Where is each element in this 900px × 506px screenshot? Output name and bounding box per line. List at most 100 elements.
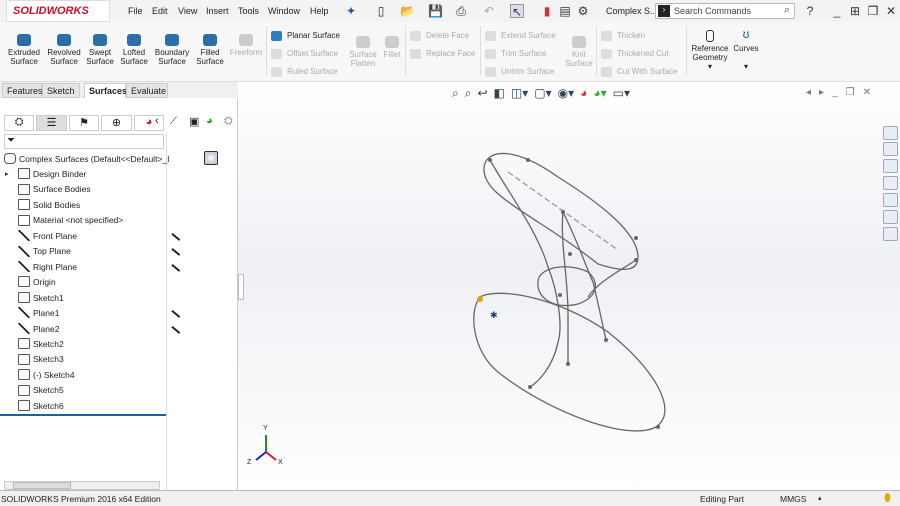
design-library-icon[interactable] bbox=[883, 159, 898, 173]
fillet-button[interactable]: Fillet bbox=[380, 36, 404, 59]
menu-file[interactable]: File bbox=[128, 6, 143, 16]
options-gear-icon[interactable]: ⚙ bbox=[576, 4, 590, 18]
tree-item-top-plane[interactable]: Top Plane bbox=[18, 245, 71, 259]
untrim-surface-button[interactable]: Untrim Surface bbox=[485, 67, 554, 77]
property-manager-tab-icon[interactable]: ☰ bbox=[36, 115, 67, 131]
display-manager-tab-icon[interactable]: ◕ bbox=[133, 115, 165, 131]
appearance-ball-icon[interactable] bbox=[204, 151, 218, 165]
freeform-button[interactable]: Freeform bbox=[228, 34, 264, 57]
resources-icon[interactable] bbox=[883, 142, 898, 156]
restore-icon[interactable]: ❐ bbox=[866, 4, 880, 18]
tile-icon[interactable]: ⊞ bbox=[848, 4, 862, 18]
tree-item-sketch2[interactable]: Sketch2 bbox=[18, 338, 64, 352]
custom-properties-icon[interactable] bbox=[883, 210, 898, 224]
cut-with-surface-button[interactable]: Cut With Surface bbox=[601, 67, 677, 77]
tree-item-plane1[interactable]: Plane1 bbox=[18, 307, 59, 321]
freeform-icon bbox=[239, 34, 253, 46]
surface-flatten-button[interactable]: Surface Flatten bbox=[346, 36, 380, 68]
lofted-surface-button[interactable]: Lofted Surface bbox=[118, 34, 150, 66]
expand-arrow-icon[interactable]: ▸ bbox=[5, 170, 9, 178]
forum-icon[interactable] bbox=[883, 227, 898, 241]
trim-surface-button[interactable]: Trim Surface bbox=[485, 49, 547, 59]
appearances-icon[interactable] bbox=[883, 193, 898, 207]
search-commands-input[interactable]: › Search Commands ⌕ bbox=[655, 3, 795, 19]
ruled-surface-button[interactable]: Ruled Surface bbox=[271, 67, 338, 77]
file-properties-icon[interactable]: ▤ bbox=[558, 4, 572, 18]
filled-surface-button[interactable]: Filled Surface bbox=[194, 34, 226, 66]
dimxpert-tab-icon[interactable]: ⊕ bbox=[101, 115, 132, 131]
cube-icon[interactable]: ▣ bbox=[189, 115, 199, 128]
tree-item-sketch1[interactable]: Sketch1 bbox=[18, 291, 64, 306]
tree-item-right-plane[interactable]: Right Plane bbox=[18, 260, 77, 275]
appearance-icon[interactable]: ◕ bbox=[206, 115, 213, 127]
hide-show-icon[interactable]: ⟋ bbox=[170, 116, 177, 127]
minimize-icon[interactable]: _ bbox=[830, 4, 844, 18]
menu-insert[interactable]: Insert bbox=[206, 6, 229, 16]
tree-item-design-binder[interactable]: Design Binder bbox=[18, 168, 86, 182]
rebuild-status-icon[interactable]: ⬮ bbox=[884, 492, 891, 505]
extend-surface-button[interactable]: Extend Surface bbox=[485, 31, 556, 41]
new-document-icon[interactable]: ▯ bbox=[374, 4, 388, 18]
tab-features[interactable]: Features bbox=[2, 83, 43, 98]
tree-item-label: Sketch1 bbox=[33, 292, 64, 303]
curves-button[interactable]: ʊ Curves ▾ bbox=[732, 28, 760, 71]
home-icon[interactable] bbox=[883, 126, 898, 140]
boundary-surface-icon bbox=[165, 34, 179, 46]
offset-surface-button[interactable]: Offset Surface bbox=[271, 49, 338, 59]
undo-icon[interactable]: ↶ bbox=[482, 4, 496, 18]
y-axis-label: Y bbox=[263, 425, 268, 432]
x-axis-label: X bbox=[278, 459, 283, 466]
tree-item-front-plane[interactable]: Front Plane bbox=[18, 230, 77, 244]
boundary-surface-button[interactable]: Boundary Surface bbox=[152, 34, 192, 66]
revolved-surface-button[interactable]: Revolved Surface bbox=[46, 34, 82, 66]
pin-icon[interactable]: ✦ bbox=[344, 4, 358, 18]
tab-evaluate[interactable]: Evaluate bbox=[126, 83, 168, 98]
menu-edit[interactable]: Edit bbox=[152, 6, 168, 16]
delete-face-button[interactable]: Delete Face bbox=[410, 31, 469, 41]
help-icon[interactable]: ? bbox=[803, 4, 817, 18]
tree-item-material[interactable]: Material <not specified> bbox=[18, 214, 123, 228]
knit-surface-button[interactable]: Knit Surface bbox=[564, 36, 594, 68]
extruded-surface-button[interactable]: Extruded Surface bbox=[6, 34, 42, 66]
tree-root-part[interactable]: Complex Surfaces (Default<<Default>_I bbox=[4, 153, 169, 167]
collapse-arrow-icon[interactable]: ‹ bbox=[155, 115, 159, 127]
tree-item-origin[interactable]: Origin bbox=[18, 276, 56, 290]
tree-horizontal-scrollbar[interactable] bbox=[4, 481, 160, 490]
open-icon[interactable]: 📂 bbox=[400, 4, 415, 18]
menu-help[interactable]: Help bbox=[310, 6, 329, 16]
tab-surfaces[interactable]: Surfaces bbox=[84, 83, 127, 98]
menu-view[interactable]: View bbox=[178, 6, 197, 16]
tab-sketch[interactable]: Sketch bbox=[42, 83, 80, 98]
planar-surface-button[interactable]: Planar Surface bbox=[271, 31, 340, 41]
rebuild-icon[interactable]: ▮ bbox=[540, 4, 554, 18]
reference-geometry-button[interactable]: Reference Geometry ▾ bbox=[690, 30, 730, 71]
print-icon[interactable]: ⎙ bbox=[454, 4, 468, 18]
feature-manager-tab-icon[interactable]: ⛭ bbox=[4, 115, 35, 131]
units-selector[interactable]: MMGS bbox=[780, 494, 806, 504]
configuration-manager-tab-icon[interactable]: ⚑ bbox=[68, 115, 100, 131]
tree-item-surface-bodies[interactable]: Surface Bodies bbox=[18, 183, 91, 197]
menu-window[interactable]: Window bbox=[268, 6, 300, 16]
scene-icon[interactable]: ⛭ bbox=[224, 115, 233, 128]
graphics-area[interactable]: ⌕ ⌕ ↩ ◧ ◫▾ ▢▾ ◉▾ ◕ ◕▾ ▭▾ ◂ ▸ _ ❐ ✕ ✱ Y X Z bbox=[238, 82, 900, 490]
select-icon[interactable]: ↖ bbox=[510, 4, 524, 19]
units-arrow-icon[interactable]: ▴ bbox=[818, 494, 822, 502]
close-icon[interactable]: ✕ bbox=[884, 4, 898, 18]
search-icon[interactable]: ⌕ bbox=[784, 4, 790, 17]
guide-curve-3 bbox=[562, 211, 607, 341]
save-icon[interactable]: 💾 bbox=[428, 4, 443, 18]
tree-item-plane2[interactable]: Plane2 bbox=[18, 322, 59, 337]
tree-item-label: Material <not specified> bbox=[33, 215, 124, 226]
swept-surface-button[interactable]: Swept Surface bbox=[84, 34, 116, 66]
tree-item-sketch6[interactable]: Sketch6 bbox=[18, 400, 64, 414]
thickened-cut-button[interactable]: Thickened Cut bbox=[601, 49, 669, 59]
thicken-button[interactable]: Thicken bbox=[601, 31, 645, 41]
solidworks-logo[interactable]: SOLIDWORKS bbox=[6, 0, 110, 22]
tree-item-solid-bodies[interactable]: Solid Bodies bbox=[18, 199, 80, 213]
tree-item-sketch4[interactable]: (-) Sketch4 bbox=[18, 369, 75, 383]
tree-item-sketch3[interactable]: Sketch3 bbox=[18, 353, 64, 367]
file-explorer-icon[interactable] bbox=[883, 176, 898, 190]
menu-tools[interactable]: Tools bbox=[238, 6, 259, 16]
tree-item-sketch5[interactable]: Sketch5 bbox=[18, 384, 64, 398]
replace-face-button[interactable]: Replace Face bbox=[410, 49, 475, 59]
